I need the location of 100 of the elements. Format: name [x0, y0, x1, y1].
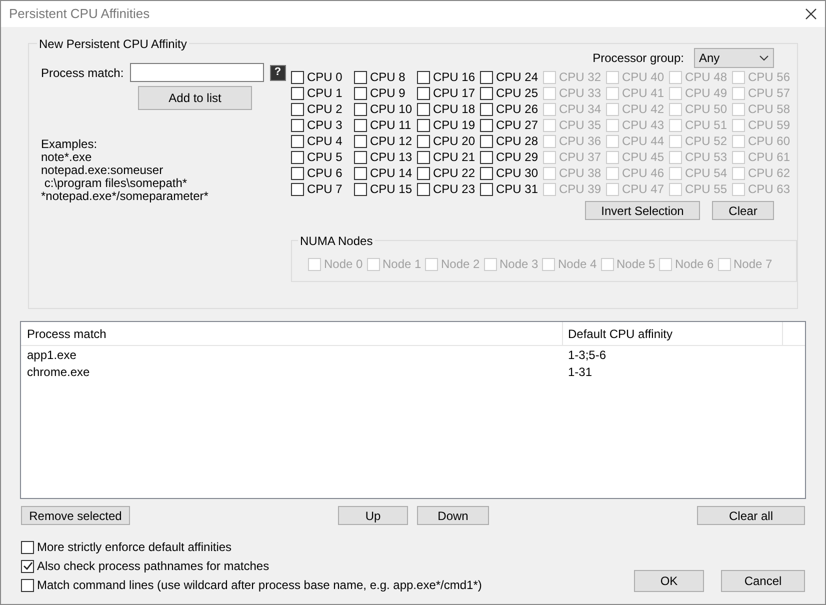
cpu-label: CPU 50 — [685, 101, 728, 118]
checkbox[interactable] — [291, 86, 304, 100]
checkbox[interactable] — [480, 86, 493, 100]
checkbox[interactable] — [480, 134, 493, 148]
cpu-label: CPU 10 — [370, 101, 412, 118]
checkbox[interactable] — [354, 102, 367, 116]
checkbox[interactable] — [291, 118, 304, 132]
cpu-label: CPU 11 — [370, 117, 412, 134]
ok-button[interactable]: OK — [634, 570, 704, 592]
table-cell-text: chrome.exe — [26, 364, 91, 380]
checkbox[interactable] — [354, 150, 367, 164]
checkbox[interactable] — [417, 70, 430, 84]
cpu-label: CPU 29 — [496, 149, 538, 166]
checkbox[interactable] — [417, 166, 430, 180]
node-label: Node 7 — [734, 256, 772, 273]
remove-selected-button[interactable]: Remove selected — [21, 506, 130, 525]
checkbox[interactable] — [417, 150, 430, 164]
cpu-label: CPU 3 — [307, 117, 342, 134]
column-header[interactable]: Process match — [21, 322, 563, 345]
node-label: Node 4 — [558, 256, 597, 273]
cancel-button[interactable]: Cancel — [721, 570, 805, 592]
cpu-label: CPU 25 — [496, 85, 538, 102]
down-button[interactable]: Down — [417, 506, 489, 525]
cpu-label: CPU 57 — [748, 85, 790, 102]
checkbox[interactable] — [291, 70, 304, 84]
checkbox[interactable] — [354, 86, 367, 100]
checkbox[interactable] — [417, 134, 430, 148]
clear-button[interactable]: Clear — [712, 201, 774, 220]
checkbox[interactable] — [291, 150, 304, 164]
cpu-label: CPU 42 — [622, 101, 664, 118]
node-label: Node 5 — [616, 256, 656, 273]
checkbox[interactable] — [291, 134, 304, 148]
cpu-label: CPU 22 — [433, 165, 476, 182]
cpu-label: CPU 51 — [685, 117, 728, 134]
checkbox[interactable] — [417, 102, 430, 116]
cpu-label: CPU 17 — [433, 85, 476, 102]
column-header[interactable]: Default CPU affinity — [563, 322, 783, 345]
cpu-label: CPU 24 — [496, 69, 538, 86]
checkbox[interactable] — [354, 118, 367, 132]
table-cell-text: 1-3;5-6 — [567, 346, 606, 364]
checkbox[interactable] — [291, 102, 304, 116]
cpu-label: CPU 14 — [370, 165, 412, 182]
checkbox[interactable] — [21, 540, 34, 554]
node-label: Node 6 — [675, 256, 714, 273]
table-row[interactable]: chrome.exe 1-31 — [21, 363, 805, 380]
cpu-label: CPU 38 — [559, 165, 602, 182]
cpu-label: CPU 52 — [685, 133, 728, 150]
cpu-label: CPU 47 — [622, 181, 664, 198]
cpu-label: CPU 34 — [559, 101, 602, 118]
cpu-label: CPU 45 — [622, 149, 664, 166]
checkbox[interactable] — [291, 182, 304, 196]
help-button[interactable]: ? — [270, 64, 286, 80]
cpu-label: CPU 53 — [685, 149, 728, 166]
process-match-field[interactable] — [130, 63, 264, 82]
example-text: note*.exe — [41, 151, 92, 164]
checkbox[interactable] — [480, 150, 493, 164]
cpu-label: CPU 36 — [559, 133, 602, 150]
checkbox[interactable] — [354, 166, 367, 180]
processor-group-label: Processor group: — [592, 50, 684, 67]
node-label: Node 1 — [382, 256, 422, 273]
option-label: More strictly enforce default affinities — [37, 539, 232, 556]
invert-selection-button[interactable]: Invert Selection — [585, 201, 700, 220]
cpu-label: CPU 61 — [748, 149, 790, 166]
cpu-label: CPU 58 — [748, 101, 790, 118]
checkbox[interactable] — [480, 70, 493, 84]
checkbox[interactable] — [21, 578, 34, 592]
checkbox[interactable] — [480, 102, 493, 116]
window-title: Persistent CPU Affinities — [9, 5, 150, 24]
close-icon[interactable] — [805, 8, 817, 20]
checkbox[interactable] — [417, 118, 430, 132]
checkbox[interactable] — [480, 166, 493, 180]
example-text: *notepad.exe*/someparameter* — [41, 190, 210, 203]
cpu-label: CPU 44 — [622, 133, 664, 150]
cpu-label: CPU 60 — [748, 133, 790, 150]
cpu-label: CPU 4 — [307, 133, 342, 150]
checkbox[interactable] — [354, 182, 367, 196]
table-row[interactable]: app1.exe 1-3;5-6 — [21, 346, 805, 363]
checkbox[interactable] — [354, 70, 367, 84]
add-button[interactable]: Add to list — [138, 86, 252, 110]
checkbox[interactable] — [21, 560, 34, 572]
example-text: notepad.exe:someuser — [41, 164, 164, 177]
checkbox[interactable] — [480, 182, 493, 196]
cpu-label: CPU 63 — [748, 181, 790, 198]
cpu-label: CPU 16 — [433, 69, 476, 86]
checkbox[interactable] — [291, 166, 304, 180]
checkbox[interactable] — [480, 118, 493, 132]
cpu-label: CPU 40 — [622, 69, 664, 86]
cpu-label: CPU 28 — [496, 133, 538, 150]
up-button[interactable]: Up — [338, 506, 408, 525]
processor-group-dropdown[interactable]: Any — [694, 48, 774, 68]
checkbox[interactable] — [417, 182, 430, 196]
cpu-label: CPU 31 — [496, 181, 538, 198]
checkbox[interactable] — [354, 134, 367, 148]
cpu-label: CPU 54 — [685, 165, 728, 182]
cpu-label: CPU 56 — [748, 69, 790, 86]
cpu-label: CPU 23 — [433, 181, 476, 198]
clear-all-button[interactable]: Clear all — [697, 506, 805, 525]
node-label: Node 3 — [500, 256, 538, 273]
chevron-down-icon — [759, 55, 769, 61]
checkbox[interactable] — [417, 86, 430, 100]
